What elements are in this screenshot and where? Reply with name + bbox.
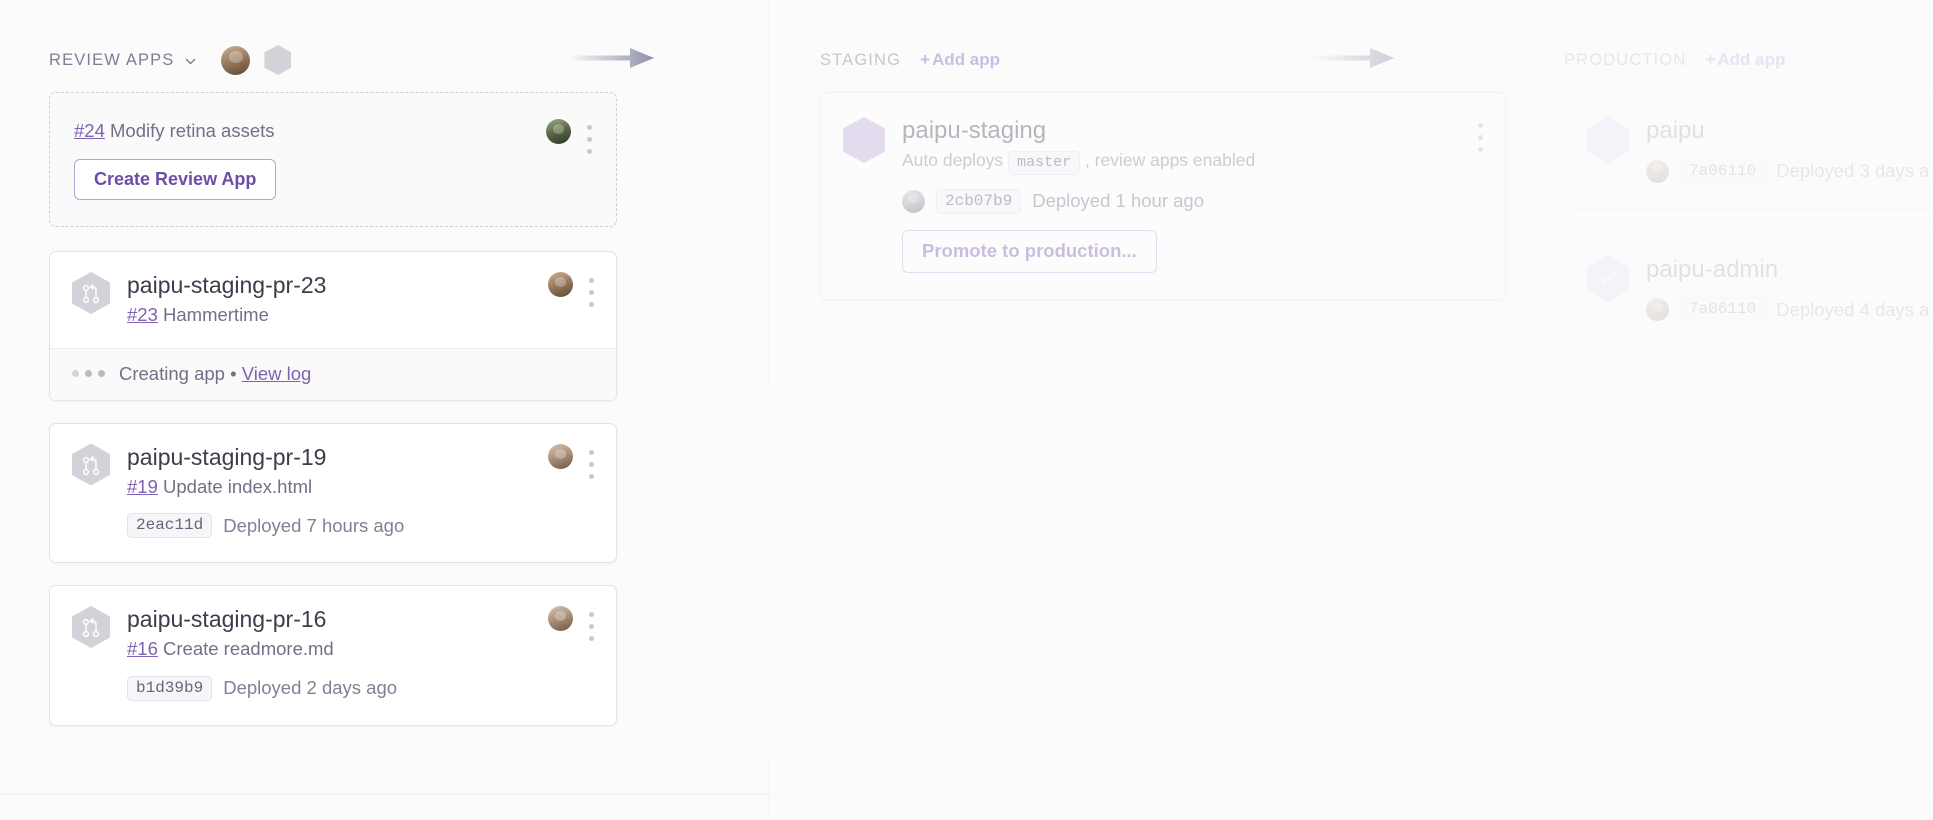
pr-number-link[interactable]: #23: [127, 304, 158, 325]
deploy-status-row: 7a06110 Deployed 4 days a: [1646, 297, 1933, 322]
app-name: paipu-staging-pr-19: [127, 444, 548, 470]
deploy-status-row: b1d39b9 Deployed 2 days ago: [127, 676, 548, 701]
status-separator: •: [230, 363, 236, 384]
production-app-card[interactable]: paipu 7a06110 Deployed 3 days a: [1564, 92, 1933, 209]
deploy-time-label: Deployed 3 days a: [1776, 160, 1929, 182]
deploy-status-row: 2eac11d Deployed 7 hours ago: [127, 513, 548, 538]
app-name: paipu: [1646, 117, 1933, 145]
arrow-right-icon: [1308, 45, 1394, 71]
staging-title: STAGING: [820, 51, 901, 70]
commit-hash-chip[interactable]: 2cb07b9: [936, 189, 1021, 214]
card-menu-button[interactable]: [589, 606, 594, 641]
review-app-card[interactable]: paipu-staging-pr-19 #19 Update index.htm…: [49, 423, 617, 563]
collaborator-avatar[interactable]: [221, 46, 250, 75]
column-bottom-rule: [0, 794, 768, 795]
card-menu-button[interactable]: [589, 444, 594, 479]
chevron-down-icon[interactable]: [184, 55, 197, 68]
avatar[interactable]: [546, 119, 571, 144]
production-header: PRODUCTION +Add app: [1564, 0, 1933, 92]
sleep-glyph: zzz: [1601, 270, 1615, 290]
review-apps-header: REVIEW APPS: [49, 0, 768, 92]
staging-app-card[interactable]: paipu-staging Auto deploys master , revi…: [820, 92, 1506, 300]
avatar[interactable]: [1646, 160, 1669, 183]
commit-hash-chip[interactable]: 2eac11d: [127, 513, 212, 538]
card-menu-button[interactable]: [587, 119, 592, 154]
column-production: PRODUCTION +Add app paipu 7a06110 Deploy…: [1512, 0, 1933, 820]
deploy-time-label: Deployed 4 days a: [1776, 299, 1929, 321]
avatar[interactable]: [548, 444, 573, 469]
app-hexagon-icon: [843, 117, 885, 163]
pr-line: #24 Modify retina assets: [74, 119, 546, 143]
column-bottom-rule: [768, 794, 1512, 795]
review-apps-title: REVIEW APPS: [49, 51, 174, 70]
status-label: Creating app: [119, 363, 225, 384]
pr-title: Create readmore.md: [163, 638, 334, 659]
add-app-label: Add app: [1717, 50, 1785, 69]
pull-request-hexagon-icon: [72, 444, 110, 486]
column-bottom-rule: [1512, 794, 1933, 795]
branch-chip: master: [1008, 151, 1080, 175]
pr-line: #16 Create readmore.md: [127, 637, 548, 661]
promote-to-production-button[interactable]: Promote to production...: [902, 230, 1157, 274]
card-menu-button[interactable]: [589, 272, 594, 307]
app-name: paipu-staging: [902, 117, 1462, 145]
add-app-button-staging[interactable]: +Add app: [920, 50, 1000, 70]
card-menu-button[interactable]: [1478, 117, 1483, 152]
pr-title: Hammertime: [163, 304, 269, 325]
pr-number-link[interactable]: #19: [127, 476, 158, 497]
deploy-status-row: 7a06110 Deployed 3 days a: [1646, 159, 1933, 184]
arrow-right-icon: [568, 45, 654, 71]
loading-dots-icon: [72, 370, 105, 377]
pr-number-link[interactable]: #16: [127, 638, 158, 659]
pr-line: #19 Update index.html: [127, 475, 548, 499]
review-app-card[interactable]: paipu-staging-pr-23 #23 Hammertime Creat…: [49, 251, 617, 400]
production-app-card[interactable]: zzz paipu-admin 7a06110 Deployed 4 days …: [1564, 231, 1933, 348]
pipeline-board: REVIEW APPS: [0, 0, 1933, 820]
column-review-apps: REVIEW APPS: [0, 0, 768, 820]
app-hexagon-icon[interactable]: [264, 45, 291, 75]
auto-deploy-label: Auto deploys: [902, 150, 1003, 170]
column-divider: [768, 0, 769, 820]
production-title: PRODUCTION: [1564, 51, 1686, 70]
column-staging: STAGING +Add app paipu-staging: [768, 0, 1512, 820]
commit-hash-chip[interactable]: 7a06110: [1680, 297, 1765, 322]
deploy-status-row: 2cb07b9 Deployed 1 hour ago: [902, 189, 1462, 214]
review-apps-avatars: [221, 45, 291, 75]
app-name: paipu-staging-pr-16: [127, 606, 548, 632]
app-hexagon-icon: [1587, 117, 1629, 163]
avatar[interactable]: [548, 272, 573, 297]
plus-icon: +: [920, 50, 930, 69]
plus-icon: +: [1705, 50, 1715, 69]
review-apps-label: , review apps enabled: [1085, 150, 1255, 170]
pr-title: Modify retina assets: [110, 120, 275, 141]
add-app-button-production[interactable]: +Add app: [1705, 50, 1785, 70]
app-name: paipu-staging-pr-23: [127, 272, 548, 298]
avatar[interactable]: [902, 190, 925, 213]
staging-header: STAGING +Add app: [820, 0, 1512, 92]
create-review-app-button[interactable]: Create Review App: [74, 159, 276, 200]
pr-line: #23 Hammertime: [127, 303, 548, 327]
add-app-label: Add app: [932, 50, 1000, 69]
commit-hash-chip[interactable]: b1d39b9: [127, 676, 212, 701]
status-text: Creating app • View log: [119, 363, 311, 385]
pr-title: Update index.html: [163, 476, 312, 497]
pull-request-hexagon-icon: [72, 606, 110, 648]
card-status-footer: Creating app • View log: [50, 348, 616, 400]
column-divider: [1512, 0, 1513, 820]
pull-request-hexagon-icon: [72, 272, 110, 314]
commit-hash-chip[interactable]: 7a06110: [1680, 159, 1765, 184]
view-log-link[interactable]: View log: [242, 363, 312, 384]
app-name: paipu-admin: [1646, 256, 1933, 284]
sleeping-app-hexagon-icon: zzz: [1587, 256, 1629, 302]
review-app-card[interactable]: paipu-staging-pr-16 #16 Create readmore.…: [49, 585, 617, 725]
deploy-time-label: Deployed 1 hour ago: [1032, 190, 1204, 212]
app-subtitle: Auto deploys master , review apps enable…: [902, 150, 1462, 175]
deploy-time-label: Deployed 7 hours ago: [223, 515, 404, 537]
pr-number-link[interactable]: #24: [74, 120, 105, 141]
avatar[interactable]: [1646, 298, 1669, 321]
deploy-time-label: Deployed 2 days ago: [223, 677, 397, 699]
avatar[interactable]: [548, 606, 573, 631]
create-review-app-card: #24 Modify retina assets Create Review A…: [49, 92, 617, 227]
